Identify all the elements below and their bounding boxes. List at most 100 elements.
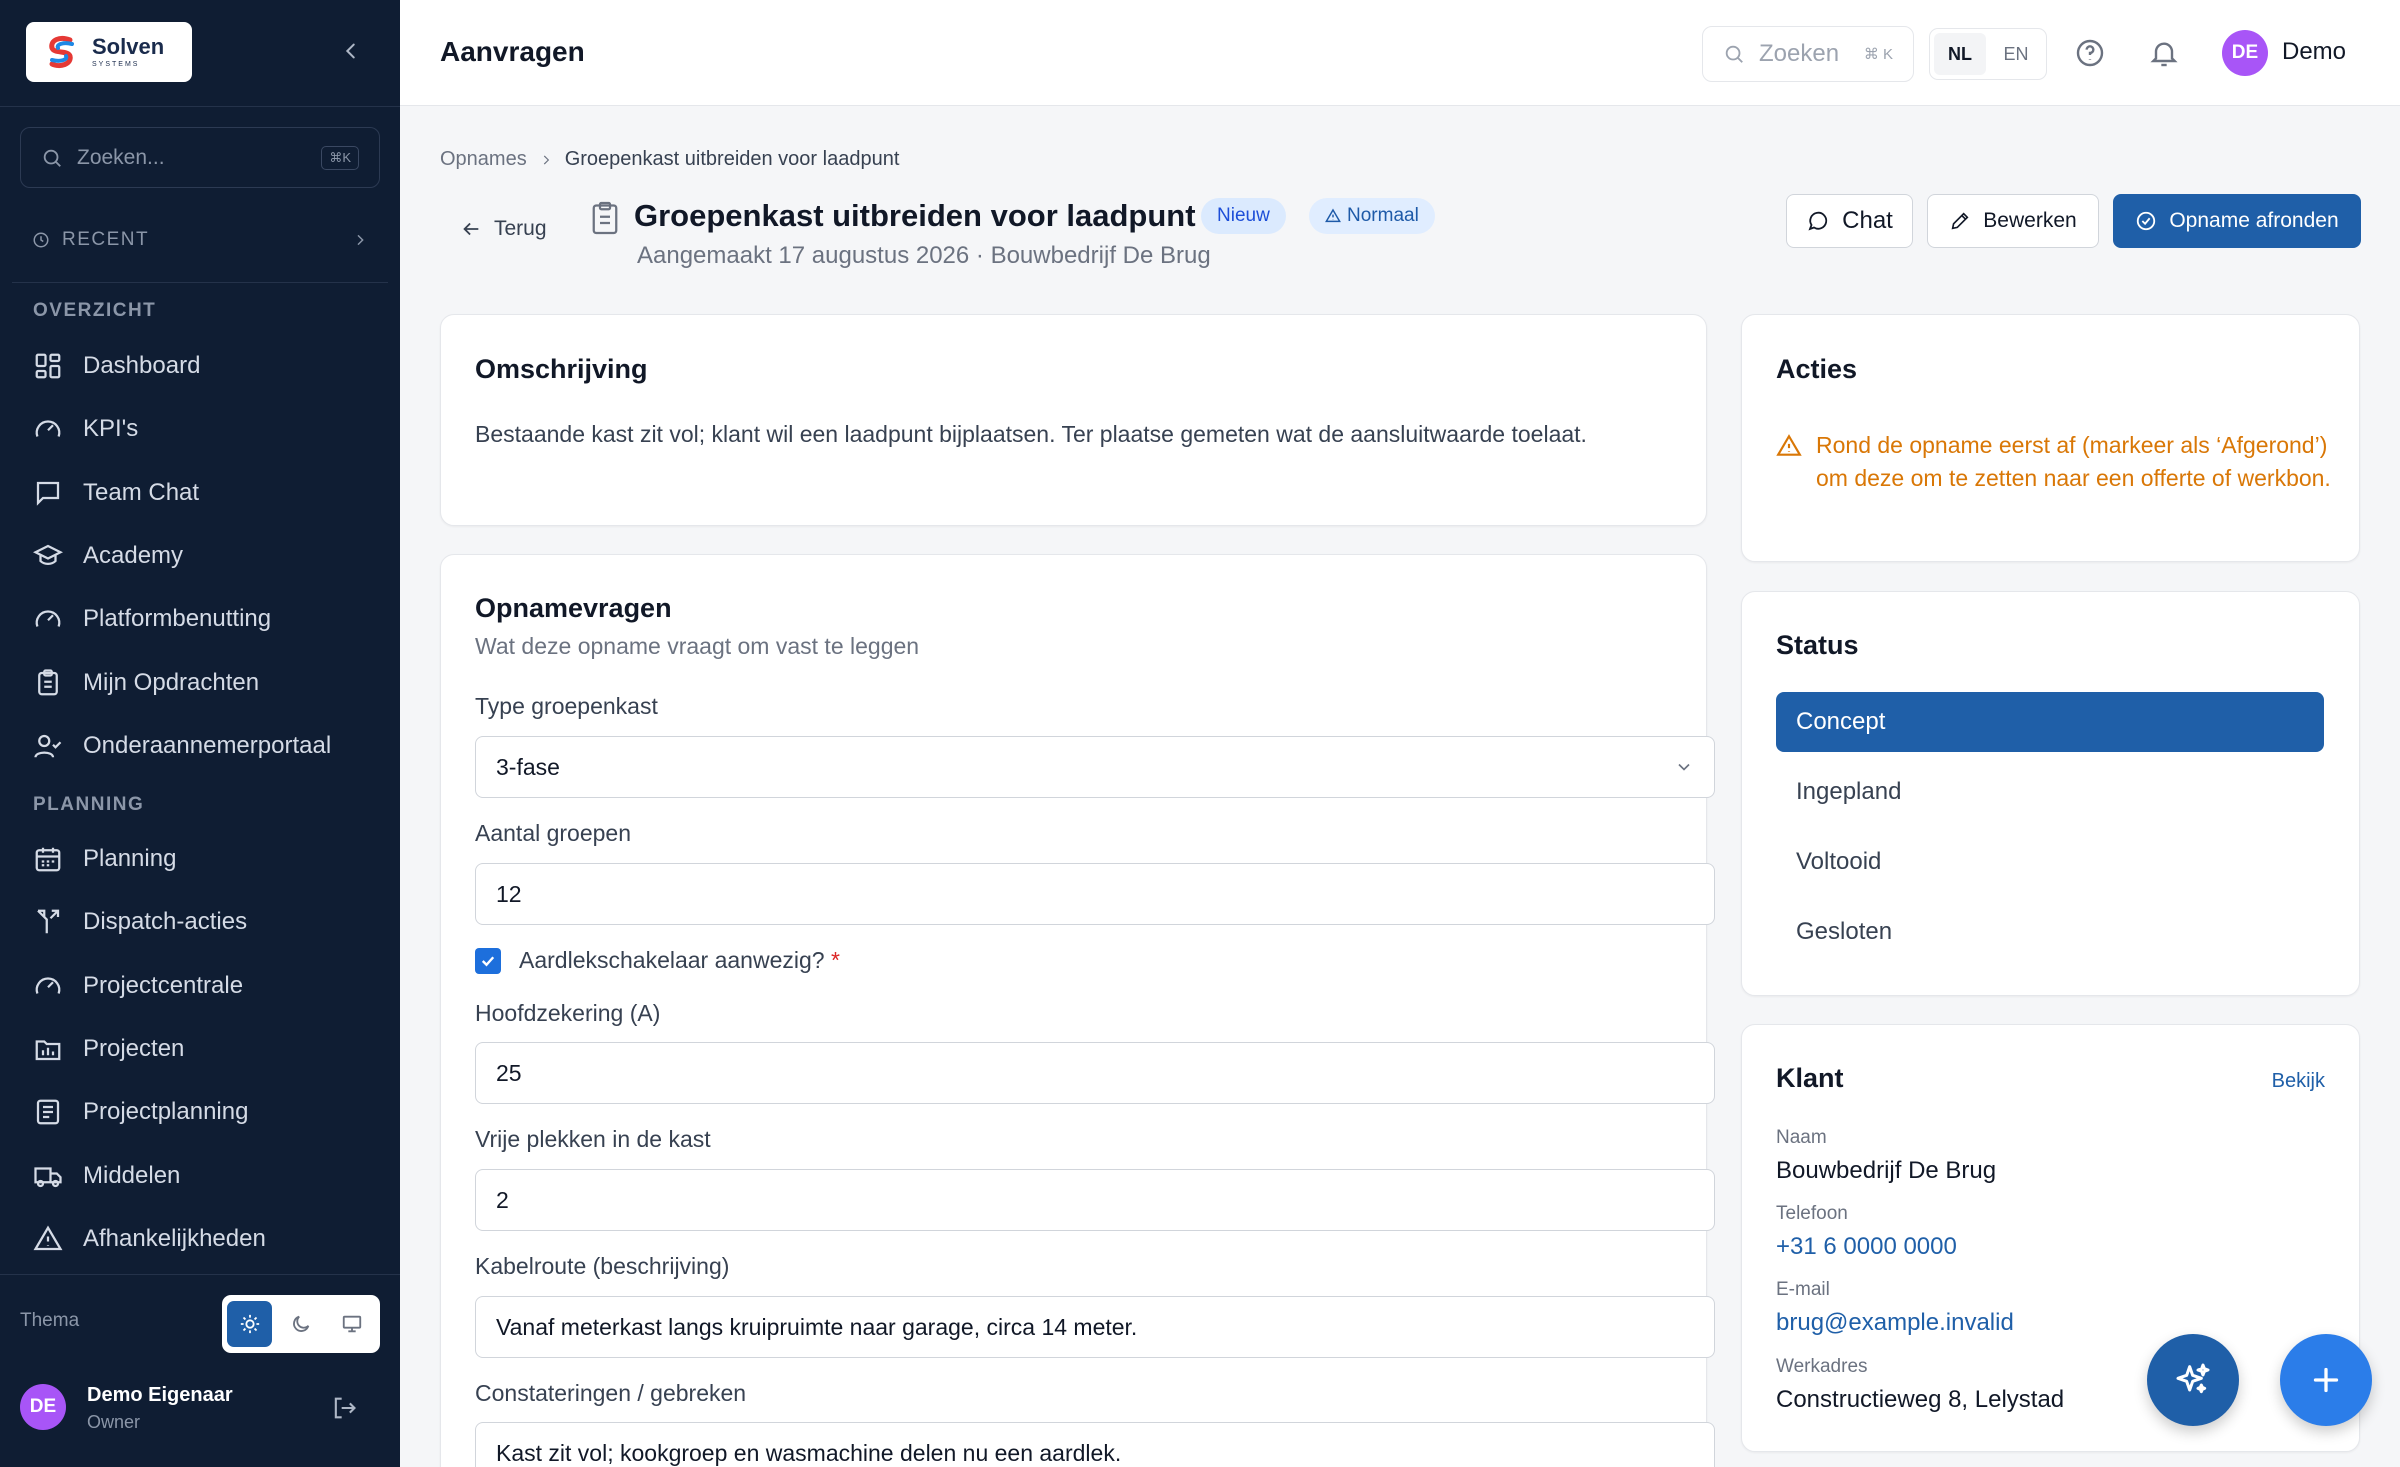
sidebar-item-dispatch-acties[interactable]: Dispatch-acties	[33, 900, 373, 944]
edit-button[interactable]: Bewerken	[1927, 194, 2099, 248]
view-client-link[interactable]: Bekijk	[2272, 1070, 2325, 1093]
questions-card: Opnamevragen Wat deze opname vraagt om v…	[440, 554, 1715, 1467]
search-shortcut: ⌘ K	[1863, 46, 1893, 63]
groups-input[interactable]: 12	[475, 863, 1715, 925]
main-fuse-label: Hoofdzekering (A)	[475, 1000, 661, 1026]
cable-route-input[interactable]: Vanaf meterkast langs kruipruimte naar g…	[475, 1296, 1715, 1358]
complete-intake-label: Opname afronden	[2169, 209, 2339, 232]
findings-value: Kast zit vol; kookgroep en wasmachine de…	[496, 1439, 1122, 1466]
sidebar-item-projectcentrale[interactable]: Projectcentrale	[33, 964, 373, 1008]
search-icon	[43, 149, 61, 167]
groups-value: 12	[496, 880, 522, 907]
client-name: Bouwbedrijf De Brug	[1776, 1157, 1997, 1184]
description-text: Bestaande kast zit vol; klant wil een la…	[475, 421, 1587, 447]
language-switch: NL EN	[1929, 28, 2047, 80]
main-fuse-input[interactable]: 25	[475, 1042, 1715, 1104]
search-shortcut: ⌘K	[321, 145, 359, 170]
sidebar-search-input[interactable]: Zoeken... ⌘K	[20, 127, 380, 188]
calendar-icon	[35, 847, 61, 872]
sidebar-item-planning[interactable]: Planning	[33, 837, 373, 881]
folder-chart-icon	[35, 1040, 61, 1061]
sidebar-item-team-chat[interactable]: Team Chat	[33, 471, 373, 515]
theme-label: Thema	[20, 1310, 80, 1331]
status-option-ingepland[interactable]: Ingepland	[1776, 762, 2324, 822]
status-title: Status	[1776, 630, 1859, 660]
sidebar-item-academy[interactable]: Academy	[33, 534, 373, 578]
free-slots-input[interactable]: 2	[475, 1169, 1715, 1231]
description-title: Omschrijving	[475, 354, 648, 384]
findings-input[interactable]: Kast zit vol; kookgroep en wasmachine de…	[475, 1422, 1715, 1467]
status-option-concept[interactable]: Concept	[1776, 692, 2324, 752]
avatar[interactable]: DE	[20, 1384, 66, 1430]
graduation-cap-icon	[33, 544, 63, 565]
chat-button[interactable]: Chat	[1786, 194, 1913, 248]
complete-intake-button[interactable]: Opname afronden	[2113, 194, 2361, 248]
client-card: Klant Bekijk Naam Bouwbedrijf De Brug Te…	[1741, 1024, 2360, 1452]
theme-dark-button[interactable]	[278, 1301, 323, 1347]
breadcrumb-opnames[interactable]: Opnames	[440, 148, 527, 171]
groups-label: Aantal groepen	[475, 820, 632, 846]
client-address-label: Werkadres	[1776, 1356, 1868, 1377]
alert-triangle-icon	[33, 1225, 63, 1251]
sidebar-item-dashboard[interactable]: Dashboard	[33, 344, 373, 388]
sidebar-item-label: Projectplanning	[83, 1098, 249, 1125]
logo[interactable]: Solven SYSTEMS	[26, 22, 192, 82]
actions-warning-text: Rond de opname eerst af (markeer als ‘Af…	[1816, 432, 2331, 491]
plus-icon	[2313, 1367, 2339, 1393]
sidebar-item-platformbenutting[interactable]: Platformbenutting	[33, 597, 373, 641]
monitor-icon	[343, 1315, 362, 1333]
client-address: Constructieweg 8, Lelystad	[1776, 1386, 2065, 1413]
help-button[interactable]	[2074, 37, 2106, 69]
logo-name: Solven	[92, 34, 165, 59]
rcd-checkbox-row[interactable]: Aardlekschakelaar aanwezig? *	[475, 947, 840, 974]
sidebar-item-projectplanning[interactable]: Projectplanning	[33, 1090, 373, 1134]
check-icon	[481, 955, 495, 966]
rcd-checkbox[interactable]	[475, 947, 501, 974]
client-title: Klant	[1776, 1063, 1844, 1093]
user-role: Owner	[87, 1412, 141, 1432]
status-badge: Nieuw	[1201, 198, 1286, 234]
client-phone-label: Telefoon	[1776, 1203, 1848, 1224]
list-icon	[36, 1099, 60, 1125]
sidebar-item-mijn-opdrachten[interactable]: Mijn Opdrachten	[33, 661, 373, 705]
sidebar-item-middelen[interactable]: Middelen	[33, 1154, 373, 1198]
sidebar-item-label: Afhankelijkheden	[83, 1225, 266, 1252]
back-button[interactable]: Terug	[460, 217, 547, 241]
ai-assistant-button[interactable]	[2147, 1334, 2239, 1426]
user-check-icon	[34, 734, 62, 758]
language-nl-button[interactable]: NL	[1934, 33, 1986, 75]
global-search-placeholder: Zoeken	[1759, 40, 1840, 67]
sidebar-item-label: Dashboard	[83, 352, 201, 379]
sidebar-item-onderaannemerportaal[interactable]: Onderaannemerportaal	[33, 724, 373, 768]
arrow-left-icon	[463, 222, 479, 236]
rcd-label: Aardlekschakelaar aanwezig?	[519, 947, 825, 973]
chevron-down-icon	[1678, 763, 1690, 771]
client-phone-link[interactable]: +31 6 0000 0000	[1776, 1233, 1957, 1261]
type-select[interactable]: 3-fase	[475, 736, 1715, 798]
logout-button[interactable]	[330, 1394, 358, 1422]
client-email-link[interactable]: brug@example.invalid	[1776, 1309, 2014, 1337]
help-circle-icon	[2076, 39, 2104, 67]
notifications-button[interactable]	[2148, 37, 2180, 69]
theme-light-button[interactable]	[227, 1301, 273, 1347]
collapse-sidebar-button[interactable]	[336, 36, 366, 66]
avatar[interactable]: DE	[2222, 30, 2268, 76]
global-search-input[interactable]: Zoeken ⌘ K	[1702, 26, 1914, 82]
add-button[interactable]	[2280, 1334, 2372, 1426]
status-option-voltooid[interactable]: Voltooid	[1776, 832, 2324, 892]
language-en-button[interactable]: EN	[1990, 33, 2042, 75]
sidebar-item-kpis[interactable]: KPI's	[33, 407, 373, 451]
theme-system-button[interactable]	[330, 1301, 375, 1347]
sidebar-item-afhankelijkheden[interactable]: Afhankelijkheden	[33, 1217, 373, 1261]
status-option-gesloten[interactable]: Gesloten	[1776, 902, 2324, 962]
chevron-left-icon	[345, 43, 355, 59]
user-menu[interactable]: Demo	[2282, 38, 2346, 66]
cable-route-label: Kabelroute (beschrijving)	[475, 1253, 730, 1279]
recent-toggle[interactable]: RECENT	[32, 225, 368, 255]
back-label: Terug	[494, 217, 547, 240]
sidebar-item-projecten[interactable]: Projecten	[33, 1027, 373, 1071]
breadcrumb: Opnames Groepenkast uitbreiden voor laad…	[440, 148, 899, 171]
clipboard-icon	[38, 669, 58, 696]
check-circle-icon	[2137, 211, 2156, 231]
message-circle-icon	[1808, 211, 1828, 231]
